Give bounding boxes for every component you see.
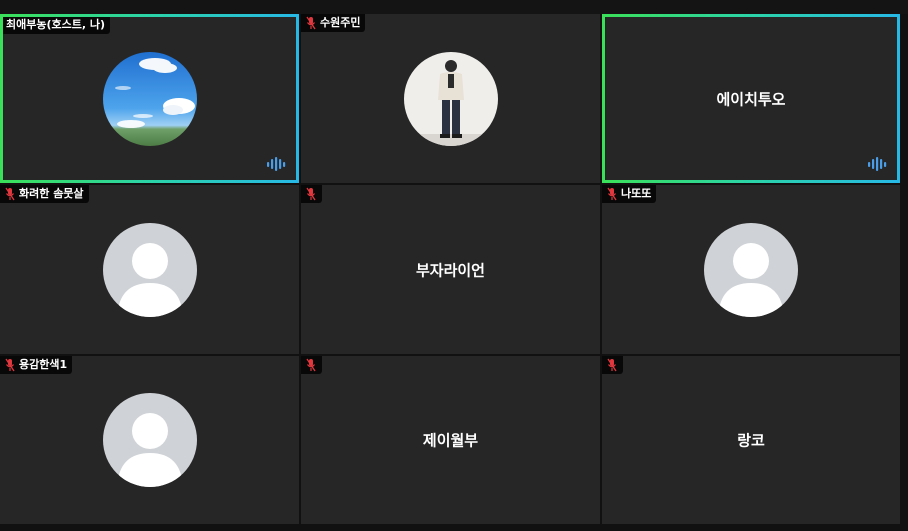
mic-muted-icon bbox=[5, 187, 15, 201]
mic-muted-icon bbox=[607, 187, 617, 201]
audio-level-icon bbox=[868, 157, 887, 171]
participant-tile[interactable]: 부자라이언 bbox=[301, 185, 600, 354]
participant-nameplate: 최애부농(호스트, 나) bbox=[3, 17, 111, 34]
participant-nameplate bbox=[602, 356, 623, 374]
participant-name: 최애부농(호스트, 나) bbox=[6, 18, 106, 31]
participant-tile-host[interactable]: 최애부농(호스트, 나) bbox=[0, 14, 299, 183]
participant-name: 수원주민 bbox=[320, 16, 361, 29]
default-avatar-icon bbox=[102, 222, 197, 317]
participant-tile[interactable]: 수원주민 bbox=[301, 14, 600, 183]
avatar bbox=[102, 51, 197, 146]
bottom-bar bbox=[0, 524, 908, 531]
person-silhouette-icon bbox=[102, 393, 197, 487]
participant-tile[interactable]: 나또또 bbox=[602, 185, 900, 354]
mic-muted-icon bbox=[306, 16, 316, 30]
video-grid: 최애부농(호스트, 나) 수원주민 에이치투오 화려한 솜뭇살 부자라이언 나또… bbox=[0, 14, 900, 524]
participant-display-name: 부자라이언 bbox=[415, 261, 485, 279]
participant-tile[interactable]: 랑코 bbox=[602, 356, 900, 524]
participant-display-name: 에이치투오 bbox=[716, 90, 786, 108]
mic-muted-icon bbox=[607, 358, 617, 372]
default-avatar-icon bbox=[704, 222, 798, 317]
participant-display-name: 랑코 bbox=[737, 431, 765, 450]
mic-muted-icon bbox=[306, 187, 316, 201]
default-avatar-icon bbox=[102, 393, 197, 487]
participant-nameplate: 화려한 솜뭇살 bbox=[0, 185, 89, 203]
participant-tile[interactable]: 화려한 솜뭇살 bbox=[0, 185, 299, 354]
scrollbar-track bbox=[900, 14, 908, 531]
person-photo-avatar-image bbox=[403, 51, 498, 146]
participant-nameplate: 나또또 bbox=[602, 185, 657, 203]
participant-nameplate bbox=[301, 185, 322, 203]
participant-name: 용감한색1 bbox=[19, 358, 68, 371]
person-silhouette-icon bbox=[704, 222, 798, 317]
participant-tile[interactable]: 에이치투오 bbox=[602, 14, 900, 183]
participant-tile[interactable]: 용감한색1 bbox=[0, 356, 299, 524]
participant-tile[interactable]: 제이월부 bbox=[301, 356, 600, 524]
audio-level-icon bbox=[267, 157, 286, 171]
participant-nameplate bbox=[301, 356, 322, 374]
participant-nameplate: 수원주민 bbox=[301, 14, 366, 32]
mic-muted-icon bbox=[306, 358, 316, 372]
participant-display-name: 제이월부 bbox=[422, 431, 479, 450]
mic-muted-icon bbox=[5, 358, 15, 372]
top-bar bbox=[0, 0, 908, 14]
sky-photo-avatar-image bbox=[102, 51, 197, 146]
person-silhouette-icon bbox=[102, 222, 197, 317]
participant-name: 나또또 bbox=[621, 187, 652, 200]
participant-nameplate: 용감한색1 bbox=[0, 356, 73, 374]
participant-name: 화려한 솜뭇살 bbox=[19, 187, 84, 200]
avatar bbox=[403, 51, 498, 146]
